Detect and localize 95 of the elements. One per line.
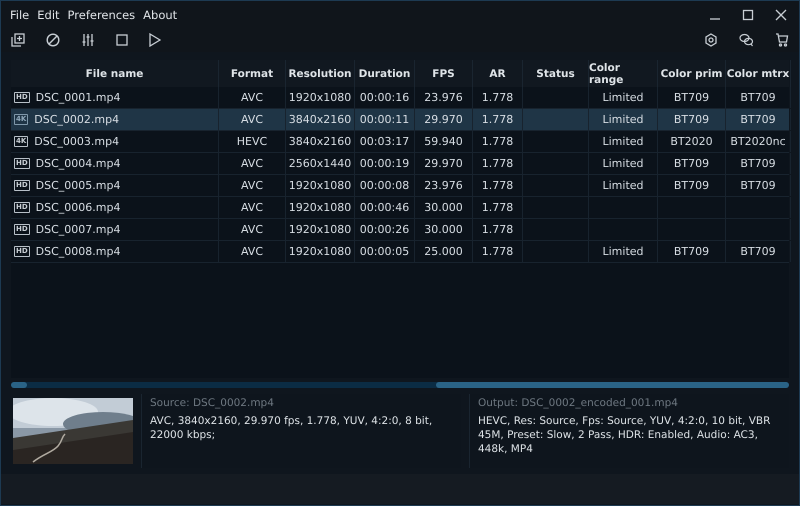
sliders-icon[interactable]: [81, 33, 95, 47]
table-cell: Limited: [602, 113, 644, 126]
table-cell: 1920x1080: [288, 223, 352, 236]
column-header[interactable]: Color prim: [658, 60, 726, 87]
table-cell: 1.778: [482, 135, 514, 148]
table-cell: 2560x1440: [288, 157, 352, 170]
table-cell: 29.970: [424, 113, 463, 126]
column-header[interactable]: Resolution: [286, 60, 355, 87]
table-cell: 1920x1080: [288, 91, 352, 104]
menu-item[interactable]: File: [6, 8, 34, 22]
play-icon[interactable]: [149, 33, 161, 47]
table-cell: 3840x2160: [288, 135, 352, 148]
table-cell: 1920x1080: [288, 179, 352, 192]
table-cell: 29.970: [424, 157, 463, 170]
table-cell: AVC: [240, 91, 264, 104]
table-cell: 1920x1080: [288, 245, 352, 258]
table-cell: BT709: [740, 91, 776, 104]
table-cell: BT709: [740, 157, 776, 170]
table-cell: Limited: [602, 157, 644, 170]
table-cell: 00:00:05: [360, 245, 410, 258]
table-cell: 23.976: [424, 179, 463, 192]
settings-icon[interactable]: [704, 33, 718, 47]
table-cell: AVC: [240, 201, 264, 214]
table-cell: BT2020nc: [730, 135, 786, 148]
table-cell: 25.000: [424, 245, 463, 258]
table-cell: DSC_0004.mp4: [36, 157, 120, 170]
table-cell: 00:03:17: [360, 135, 410, 148]
column-header[interactable]: Duration: [355, 60, 415, 87]
horizontal-scrollbar[interactable]: [11, 382, 789, 388]
source-details: AVC, 3840x2160, 29.970 fps, 1.778, YUV, 4:2:0, 8 bit, 22000 kbps;: [150, 414, 434, 442]
chat-icon[interactable]: [739, 33, 754, 47]
table-cell: DSC_0002.mp4: [34, 113, 120, 126]
table-cell: 00:00:11: [360, 113, 410, 126]
add-file-icon[interactable]: [11, 33, 25, 47]
table-cell: 00:00:16: [360, 91, 410, 104]
column-header[interactable]: Color mtrx: [726, 60, 791, 87]
table-cell: HEVC: [236, 135, 268, 148]
table-cell: 00:00:46: [360, 201, 410, 214]
table-cell: BT709: [740, 179, 776, 192]
table-cell: BT709: [674, 91, 710, 104]
table-cell: 1920x1080: [288, 201, 352, 214]
cart-icon[interactable]: [775, 33, 789, 47]
menu-item[interactable]: About: [139, 8, 182, 22]
table-cell: 1.778: [482, 179, 514, 192]
column-header[interactable]: Color range: [589, 60, 658, 87]
table-cell: 3840x2160: [288, 113, 352, 126]
table-cell: 30.000: [424, 201, 463, 214]
table-cell: AVC: [240, 245, 264, 258]
table-cell: BT709: [740, 245, 776, 258]
source-title: Source: DSC_0002.mp4: [150, 397, 275, 409]
table-cell: BT709: [674, 179, 710, 192]
column-header[interactable]: Format: [219, 60, 286, 87]
table-cell: Limited: [602, 245, 644, 258]
table-cell: BT709: [674, 245, 710, 258]
table-cell: 1.778: [482, 91, 514, 104]
table-cell: DSC_0008.mp4: [36, 245, 120, 258]
close-icon[interactable]: [775, 8, 787, 20]
table-cell: 1.778: [482, 223, 514, 236]
table-cell: AVC: [240, 157, 264, 170]
menu-item[interactable]: Edit: [33, 8, 64, 22]
table-cell: BT709: [740, 113, 776, 126]
table-cell: 1.778: [482, 201, 514, 214]
table-cell: AVC: [240, 179, 264, 192]
column-header[interactable]: Status: [523, 60, 589, 87]
table-cell: Limited: [602, 91, 644, 104]
table-cell: DSC_0006.mp4: [36, 201, 120, 214]
table-cell: AVC: [240, 113, 264, 126]
column-header[interactable]: File name: [11, 60, 219, 87]
table-cell: DSC_0001.mp4: [36, 91, 120, 104]
table-cell: 00:00:08: [360, 179, 410, 192]
stop-icon[interactable]: [116, 34, 128, 46]
table-cell: 1.778: [482, 245, 514, 258]
output-title: Output: DSC_0002_encoded_001.mp4: [478, 397, 679, 409]
table-cell: BT709: [674, 113, 710, 126]
table-cell: DSC_0005.mp4: [36, 179, 120, 192]
table-cell: 00:00:26: [360, 223, 410, 236]
output-details: HEVC, Res: Source, Fps: Source, YUV, 4:2:0, 10 bit, VBR 45M, Preset: Slow, 2 Pass, HDR: Enabled, Audio: AC3, 448k, MP4: [478, 414, 772, 456]
column-header[interactable]: FPS: [415, 60, 473, 87]
table-cell: 1.778: [482, 157, 514, 170]
table-cell: Limited: [602, 135, 644, 148]
table-cell: BT709: [674, 157, 710, 170]
table-cell: DSC_0003.mp4: [34, 135, 120, 148]
table-cell: Limited: [602, 179, 644, 192]
maximize-icon[interactable]: [742, 8, 754, 20]
table-cell: DSC_0007.mp4: [36, 223, 120, 236]
table-cell: AVC: [240, 223, 264, 236]
table-cell: 1.778: [482, 113, 514, 126]
cancel-icon[interactable]: [46, 33, 60, 47]
table-cell: BT2020: [670, 135, 713, 148]
table-cell: 30.000: [424, 223, 463, 236]
menu-item[interactable]: Preferences: [64, 8, 140, 22]
table-cell: 23.976: [424, 91, 463, 104]
column-header[interactable]: AR: [473, 60, 523, 87]
table-cell: 59.940: [424, 135, 463, 148]
table-cell: 00:00:19: [360, 157, 410, 170]
